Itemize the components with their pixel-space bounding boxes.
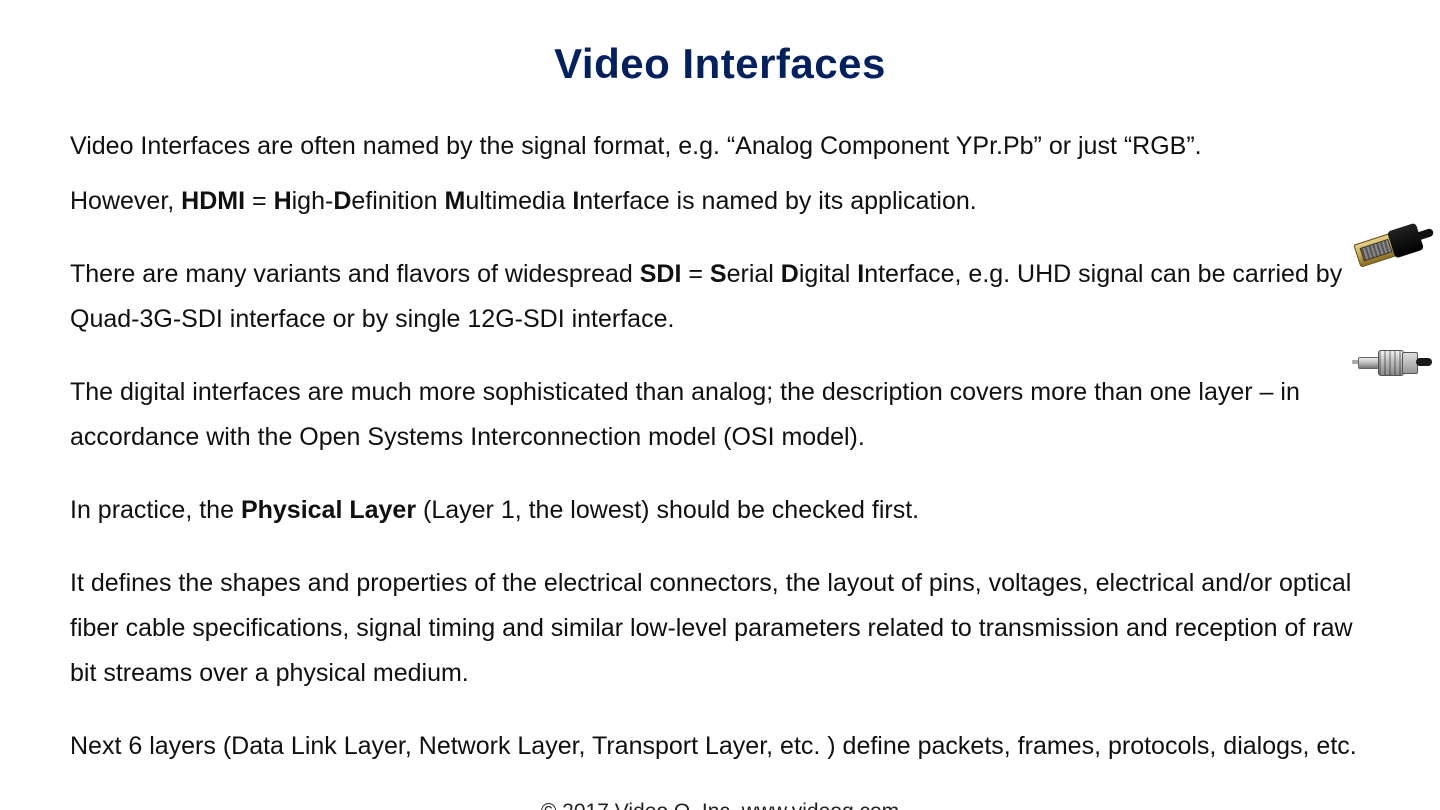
bold-text: HDMI: [181, 187, 245, 215]
text: (Layer 1, the lowest) should be checked …: [416, 496, 919, 524]
bold-text: D: [333, 187, 351, 215]
paragraph-5: In practice, the Physical Layer (Layer 1…: [70, 488, 1370, 533]
bnc-connector-icon: [1358, 340, 1428, 384]
bold-text: M: [445, 187, 466, 215]
paragraph-7: Next 6 layers (Data Link Layer, Network …: [70, 724, 1370, 769]
paragraph-1: Video Interfaces are often named by the …: [70, 124, 1370, 169]
text: efinition: [351, 187, 444, 215]
bold-text: D: [781, 260, 799, 288]
text: igh-: [292, 187, 334, 215]
bold-text: Physical Layer: [241, 496, 416, 524]
text: nterface is named by its application.: [579, 187, 976, 215]
text: In practice, the: [70, 496, 241, 524]
paragraph-3: There are many variants and flavors of w…: [70, 252, 1370, 342]
slide-body: Video Interfaces are often named by the …: [0, 124, 1440, 769]
text: However,: [70, 187, 181, 215]
bold-text: SDI: [640, 260, 682, 288]
text: =: [681, 260, 710, 288]
text: There are many variants and flavors of w…: [70, 260, 640, 288]
paragraph-6: It defines the shapes and properties of …: [70, 561, 1370, 696]
slide: Video Interfaces Video Interfaces are of…: [0, 28, 1440, 810]
text: igital: [799, 260, 857, 288]
paragraph-2: However, HDMI = High-Definition Multimed…: [70, 179, 1370, 224]
slide-title: Video Interfaces: [0, 28, 1440, 96]
text: ultimedia: [465, 187, 572, 215]
footer-copyright: © 2017 Video.Q, Inc. www.videoq.com: [0, 800, 1440, 810]
text: =: [245, 187, 274, 215]
bold-text: S: [710, 260, 727, 288]
paragraph-4: The digital interfaces are much more sop…: [70, 370, 1370, 460]
bold-text: H: [274, 187, 292, 215]
text: erial: [727, 260, 781, 288]
